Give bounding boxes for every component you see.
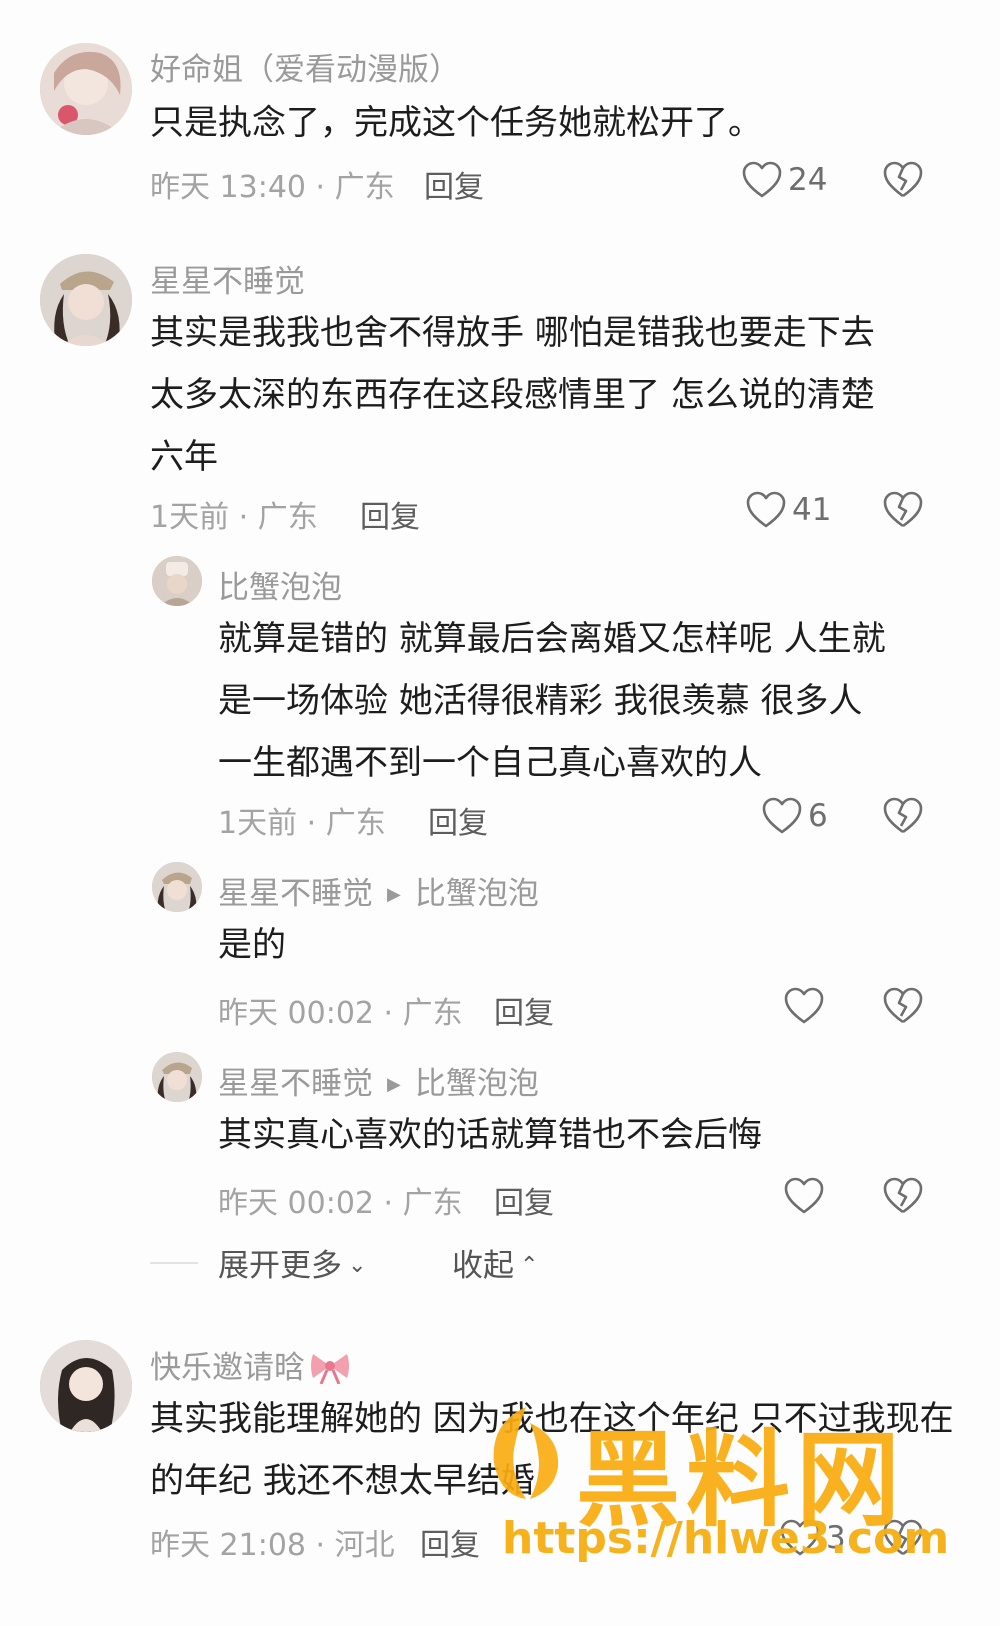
comment-line: 其实是我我也舍不得放手 哪怕是错我也要走下去 [150, 313, 875, 353]
reply-button[interactable]: 回复 [360, 492, 420, 536]
reply-button[interactable]: 回复 [428, 798, 488, 842]
bow-emoji-icon [311, 1354, 349, 1384]
comment-line: 只是执念了，完成这个任务她就松开了。 [150, 103, 762, 143]
like-button[interactable] [784, 1174, 824, 1218]
dislike-button[interactable] [882, 796, 924, 838]
reply-arrow-icon: ▶ [387, 1074, 401, 1095]
timestamp-location: 昨天 00:02 · 广东 [218, 1186, 463, 1221]
heart-outline-icon [784, 987, 824, 1024]
comment-line: 太多太深的东西存在这段感情里了 怎么说的清楚 [150, 375, 875, 415]
comment-text: 其实我能理解她的 因为我也在这个年纪 只不过我现在 的年纪 我还不想太早结婚 [150, 1388, 954, 1512]
broken-heart-icon [883, 987, 923, 1024]
collapse-button[interactable]: 收起 ⌃ [452, 1240, 538, 1285]
avatar[interactable] [40, 43, 132, 135]
reply-author[interactable]: 星星不睡觉 [218, 1066, 373, 1102]
heart-outline-icon [762, 797, 802, 834]
collapse-label: 收起 [452, 1248, 514, 1284]
reply-button[interactable]: 回复 [494, 988, 554, 1032]
comment-line: 就算是错的 就算最后会离婚又怎样呢 人生就 [218, 619, 886, 659]
like-button[interactable]: 24 [742, 158, 827, 202]
chevron-up-icon: ⌃ [520, 1253, 539, 1278]
reply-button[interactable]: 回复 [420, 1520, 480, 1564]
comment-line: 六年 [150, 437, 218, 477]
like-button[interactable]: 3 [780, 1516, 846, 1560]
comment-text: 只是执念了，完成这个任务她就松开了。 [150, 92, 762, 154]
broken-heart-icon [883, 797, 923, 834]
reply-button[interactable]: 回复 [494, 1178, 554, 1222]
heart-outline-icon [746, 491, 786, 528]
heart-outline-icon [742, 161, 782, 198]
username[interactable]: 好命姐（爱看动漫版） [150, 44, 460, 89]
like-count: 6 [808, 798, 828, 834]
like-button[interactable]: 6 [762, 794, 828, 838]
avatar[interactable] [40, 1340, 132, 1432]
comment-text: 其实是我我也舍不得放手 哪怕是错我也要走下去 太多太深的东西存在这段感情里了 怎… [150, 302, 875, 488]
avatar[interactable] [152, 556, 202, 606]
reply-author[interactable]: 星星不睡觉 [218, 876, 373, 912]
comment-text: 其实真心喜欢的话就算错也不会后悔 [218, 1104, 762, 1166]
username-text[interactable]: 快乐邀请晗 [150, 1350, 305, 1386]
username[interactable]: 星星不睡觉 [150, 256, 305, 301]
broken-heart-icon [883, 1519, 923, 1556]
reply-target[interactable]: 比蟹泡泡 [415, 1066, 539, 1102]
like-count: 3 [826, 1520, 846, 1556]
timestamp-location: 1天前 · 广东 [218, 806, 386, 841]
avatar[interactable] [152, 1052, 202, 1102]
dislike-button[interactable] [882, 490, 924, 532]
heart-outline-icon [784, 1177, 824, 1214]
timestamp-location: 昨天 21:08 · 河北 [150, 1528, 395, 1563]
timestamp-location: 昨天 00:02 · 广东 [218, 996, 463, 1031]
dislike-button[interactable] [882, 1176, 924, 1218]
broken-heart-icon [883, 161, 923, 198]
dislike-button[interactable] [882, 160, 924, 202]
comment-line: 是一场体验 她活得很精彩 我很羡慕 很多人 [218, 681, 863, 721]
reply-button[interactable]: 回复 [424, 162, 484, 206]
comment-text: 是的 [218, 914, 286, 976]
username: 星星不睡觉 ▶ 比蟹泡泡 [218, 868, 539, 913]
timestamp-location: 1天前 · 广东 [150, 500, 318, 535]
comment-text: 就算是错的 就算最后会离婚又怎样呢 人生就 是一场体验 她活得很精彩 我很羡慕 … [218, 608, 886, 794]
reply-arrow-icon: ▶ [387, 884, 401, 905]
like-count: 24 [788, 162, 828, 198]
comment-line: 其实真心喜欢的话就算错也不会后悔 [218, 1115, 762, 1155]
comment-line: 的年纪 我还不想太早结婚 [150, 1461, 535, 1501]
heart-outline-icon [780, 1519, 820, 1556]
expand-more-button[interactable]: 展开更多 ⌄ [218, 1240, 366, 1285]
reply-target[interactable]: 比蟹泡泡 [415, 876, 539, 912]
comment-line: 其实我能理解她的 因为我也在这个年纪 只不过我现在 [150, 1399, 954, 1439]
comment-line: 一生都遇不到一个自己真心喜欢的人 [218, 743, 762, 783]
dislike-button[interactable] [882, 1518, 924, 1560]
broken-heart-icon [883, 1177, 923, 1214]
like-button[interactable] [784, 984, 824, 1028]
username: 快乐邀请晗 [150, 1342, 351, 1387]
like-button[interactable]: 41 [746, 488, 831, 532]
thread-divider [150, 1262, 198, 1264]
avatar[interactable] [152, 862, 202, 912]
username: 星星不睡觉 ▶ 比蟹泡泡 [218, 1058, 539, 1103]
avatar[interactable] [40, 254, 132, 346]
broken-heart-icon [883, 491, 923, 528]
expand-more-label: 展开更多 [218, 1248, 342, 1284]
comment-line: 是的 [218, 925, 286, 965]
timestamp-location: 昨天 13:40 · 广东 [150, 170, 395, 205]
like-count: 41 [792, 492, 832, 528]
username[interactable]: 比蟹泡泡 [218, 562, 342, 607]
dislike-button[interactable] [882, 986, 924, 1028]
chevron-down-icon: ⌄ [348, 1253, 367, 1278]
